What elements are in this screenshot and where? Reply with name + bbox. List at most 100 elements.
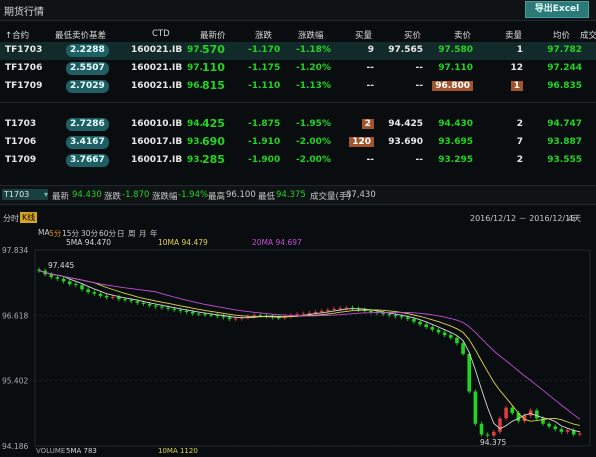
ctd-code: 160010.IB [131,119,183,129]
candle-body [399,316,404,318]
candle-body [135,301,140,303]
ma-line [38,270,580,426]
candle-body [92,292,97,294]
ma-legend: 10MA 94.479 [158,238,208,247]
ma-line [38,270,581,420]
bid-price: 93.690 [388,137,423,147]
candle-body [319,310,324,313]
col-ctd[interactable]: CTD [152,29,170,39]
ask-price: 97.580 [438,45,473,55]
col-avg[interactable]: 均价 [553,29,570,41]
candle-body [227,317,232,319]
bid-volume: 9 [367,45,374,55]
bid-volume: 120 [349,137,374,147]
tab-timeshare[interactable]: 分时 [3,213,19,224]
candle-body [74,284,78,286]
info-vol-label: 成交量(手) [310,192,351,202]
col-turnover[interactable]: 成交 [580,29,596,41]
candle-body [55,277,60,279]
export-excel-button[interactable]: 导出Excel [525,1,589,18]
contract-code: T1709 [5,155,37,165]
change: -1.170 [248,45,281,55]
candle-body [479,423,484,435]
ctd-code: 160021.IB [131,81,183,91]
avg-price: 93.887 [547,137,582,147]
range-days[interactable]: 4天 [568,213,581,224]
col-ask[interactable]: 卖价 [454,29,471,41]
bid-volume: -- [366,63,374,73]
table-row[interactable]: T1703 2.7286 160010.IB 94. 425 -1.875 -1.95% 2 9… [0,116,596,134]
candle-body [559,429,564,432]
candle-body [535,410,539,419]
candle-body [153,305,158,307]
tab-kline[interactable]: K线 [20,212,38,223]
col-chg[interactable]: 涨跌 [255,29,272,41]
table-row[interactable]: T1709 3.7667 160017.IB 93. 285 -1.900 -2.00% --… [0,152,596,170]
candle-body [86,289,90,293]
change: -1.900 [248,155,281,165]
table-row[interactable]: TF1709 2.7029 160021.IB 96. 815 -1.110 -1.13% -… [0,78,596,96]
candle-body [172,308,177,310]
basis-badge: 3.7667 [66,154,109,167]
change-pct: -1.13% [296,81,331,91]
col-pct[interactable]: 涨跌幅 [298,29,324,41]
bid-price: 97.565 [388,45,423,55]
candle-body [338,308,342,310]
last-price-int: 97. [187,45,203,55]
col-bid[interactable]: 买价 [404,29,421,41]
table-row[interactable]: TF1706 2.5507 160021.IB 97. 110 -1.175 -1.20% -… [0,60,596,78]
symbol-select[interactable]: T1703 ▾ [2,189,48,200]
change-pct: -1.20% [296,63,331,73]
table-group-divider [0,102,596,103]
col-bidvol[interactable]: 买量 [355,29,372,41]
candle-body [160,306,164,308]
candle-body [326,309,330,311]
bid-volume: 2 [361,119,374,129]
candle-body [381,313,385,315]
col-last[interactable]: 最新价 [200,29,226,41]
candle-body [455,337,459,344]
candle-body [565,430,570,432]
high-annotation: 97.445 [48,261,74,270]
info-vol: 87,430 [346,190,376,200]
change-pct: -1.18% [296,45,331,55]
candle-body [209,314,213,316]
ask-price: 93.295 [438,155,473,165]
ask-volume: 1 [510,81,523,91]
info-last-label: 最新 [52,192,70,202]
last-price-int: 94. [187,119,203,129]
ask-volume: 2 [516,119,523,129]
info-low: 94.375 [276,190,306,200]
candle-body [332,308,336,310]
kline-svg: 97.834 96.618 95.402 94.186 5MA 94.470 10MA 9… [2,238,591,455]
info-high: 96.100 [226,190,256,200]
candle-body [547,423,551,427]
ctd-code: 160017.IB [131,155,183,165]
candle-body [61,278,66,282]
kline-chart[interactable]: 97.834 96.618 95.402 94.186 5MA 94.470 10MA 9… [0,238,596,455]
last-price-int: 97. [187,63,203,73]
col-contract[interactable]: ↑合约 [5,29,29,41]
ma-label: MA [38,228,50,237]
y-tick-label: 96.618 [2,311,28,320]
candle-body [504,407,508,419]
col-basis[interactable]: 最低卖价基差 [55,29,106,41]
candle-body [424,324,429,328]
candle-body [498,418,502,432]
candle-body [473,391,478,424]
col-askvol[interactable]: 卖量 [505,29,522,41]
quote-info-bar: T1703 ▾ 最新 94.430 涨跌 -1.870 涨跌幅 -1.94% 最高… [0,185,596,205]
candle-body [166,307,170,309]
bid-price: -- [415,63,423,73]
basis-badge: 2.5507 [66,62,109,75]
table-row[interactable]: TF1703 2.2288 160021.IB 97. 570 -1.170 -1.18% 9… [0,42,596,60]
table-row[interactable]: T1706 3.4167 160017.IB 93. 690 -1.910 -2.00% 12… [0,134,596,152]
candle-body [369,310,373,313]
last-price-int: 93. [187,137,203,147]
date-range: 2016/12/12 － 2016/12/15 [470,214,576,223]
change: -1.110 [248,81,281,91]
last-price-frac: 110 [202,61,225,74]
change: -1.875 [248,119,281,129]
info-pct: -1.94% [178,190,209,200]
candle-body [295,314,299,316]
